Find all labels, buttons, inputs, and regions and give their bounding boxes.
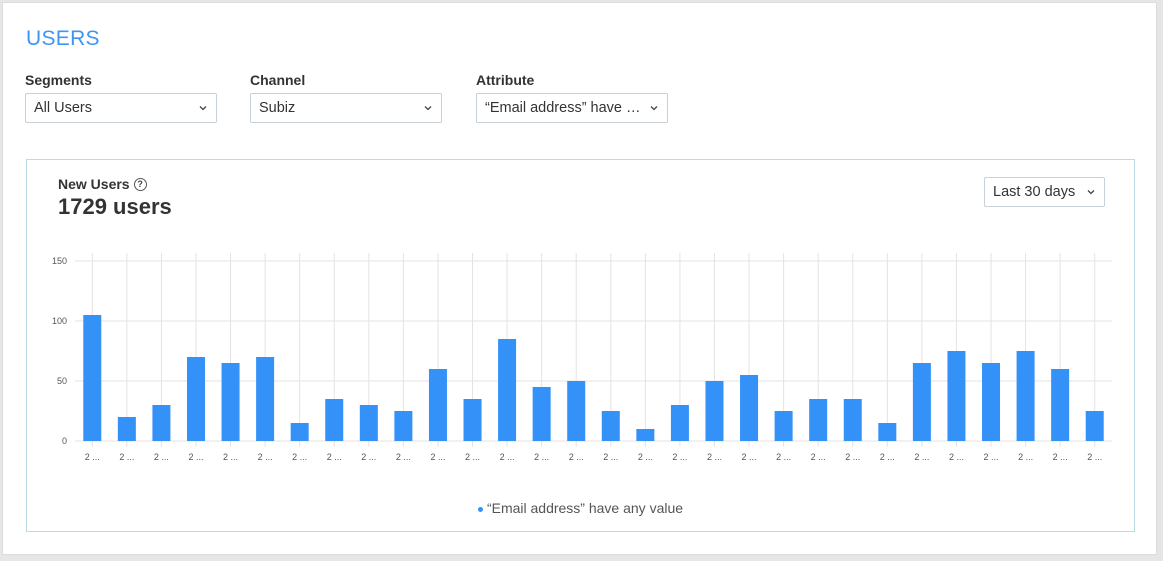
bar	[705, 381, 724, 441]
bar	[186, 357, 205, 441]
bar	[740, 375, 759, 441]
bar	[1016, 351, 1035, 441]
bar	[498, 339, 517, 441]
bar	[601, 411, 620, 441]
bar	[325, 399, 344, 441]
attribute-value: “Email address” have an...	[485, 100, 645, 116]
x-tick-label: 2 ...	[811, 452, 826, 462]
bar	[912, 363, 931, 441]
x-tick-label: 2 ...	[223, 452, 238, 462]
new-users-card: New Users ? 1729 users Last 30 days 0 50 1…	[26, 159, 1135, 532]
y-tick-label: 150	[52, 256, 67, 266]
x-tick-label: 2 ...	[465, 452, 480, 462]
x-tick-label: 2 ...	[430, 452, 445, 462]
bar	[567, 381, 586, 441]
bar	[359, 405, 378, 441]
x-tick-label: 2 ...	[707, 452, 722, 462]
chart-legend: “Email address” have any value	[27, 500, 1134, 516]
bar	[1051, 369, 1070, 441]
new-users-bar-chart: 0 50 100 150 2 ... 2 ... 2 ... 2 ... 2 ... 2 ... 2…	[52, 253, 1112, 462]
y-tick-label: 50	[57, 376, 67, 386]
x-tick-label: 2 ...	[880, 452, 895, 462]
bar	[428, 369, 447, 441]
y-tick-label: 0	[62, 436, 67, 446]
bar	[809, 399, 828, 441]
bar	[982, 363, 1001, 441]
legend-label: “Email address” have any value	[486, 500, 684, 516]
x-tick-label: 2 ...	[1018, 452, 1033, 462]
x-tick-label: 2 ...	[914, 452, 929, 462]
chevron-down-icon	[424, 106, 432, 111]
segments-label: Segments	[25, 72, 92, 88]
channel-label: Channel	[250, 72, 306, 88]
x-tick-label: 2 ...	[85, 452, 100, 462]
x-tick-label: 2 ...	[742, 452, 757, 462]
x-tick-label: 2 ...	[638, 452, 653, 462]
bar	[290, 423, 309, 441]
bar	[463, 399, 482, 441]
x-tick-label: 2 ...	[119, 452, 134, 462]
segments-value: All Users	[34, 100, 93, 116]
x-tick-label: 2 ...	[154, 452, 169, 462]
bar	[774, 411, 793, 441]
bar	[256, 357, 275, 441]
x-tick-label: 2 ...	[984, 452, 999, 462]
segments-filter: Segments All Users	[25, 71, 217, 123]
bar	[843, 399, 862, 441]
channel-filter: Channel Subiz	[250, 71, 442, 123]
bar	[83, 315, 102, 441]
app-frame: USERS Segments All Users Channel Subiz A…	[2, 2, 1157, 555]
attribute-select[interactable]: “Email address” have an...	[476, 93, 668, 123]
bar	[152, 405, 171, 441]
bar	[878, 423, 897, 441]
x-tick-label: 2 ...	[845, 452, 860, 462]
x-tick-label: 2 ...	[292, 452, 307, 462]
bar	[221, 363, 240, 441]
x-tick-label: 2 ...	[949, 452, 964, 462]
x-tick-label: 2 ...	[569, 452, 584, 462]
bar	[636, 429, 655, 441]
segments-select[interactable]: All Users	[25, 93, 217, 123]
legend-marker	[477, 506, 483, 512]
x-tick-label: 2 ...	[776, 452, 791, 462]
bar	[670, 405, 689, 441]
x-tick-label: 2 ...	[327, 452, 342, 462]
x-tick-label: 2 ...	[361, 452, 376, 462]
bar	[947, 351, 966, 441]
attribute-filter: Attribute “Email address” have an...	[476, 71, 668, 123]
chevron-down-icon	[650, 106, 658, 111]
x-tick-label: 2 ...	[1087, 452, 1102, 462]
x-tick-label: 2 ...	[534, 452, 549, 462]
bar	[532, 387, 551, 441]
x-tick-label: 2 ...	[396, 452, 411, 462]
x-tick-label: 2 ...	[672, 452, 687, 462]
bar	[1085, 411, 1104, 441]
channel-value: Subiz	[259, 100, 296, 116]
x-tick-label: 2 ...	[258, 452, 273, 462]
bar	[394, 411, 413, 441]
bar	[117, 417, 136, 441]
channel-select[interactable]: Subiz	[250, 93, 442, 123]
attribute-label: Attribute	[476, 72, 535, 88]
page-title: USERS	[26, 27, 100, 50]
x-tick-label: 2 ...	[603, 452, 618, 462]
x-tick-label: 2 ...	[1053, 452, 1068, 462]
chevron-down-icon	[199, 106, 207, 111]
x-tick-label: 2 ...	[500, 452, 515, 462]
y-tick-label: 100	[52, 316, 67, 326]
x-tick-label: 2 ...	[188, 452, 203, 462]
